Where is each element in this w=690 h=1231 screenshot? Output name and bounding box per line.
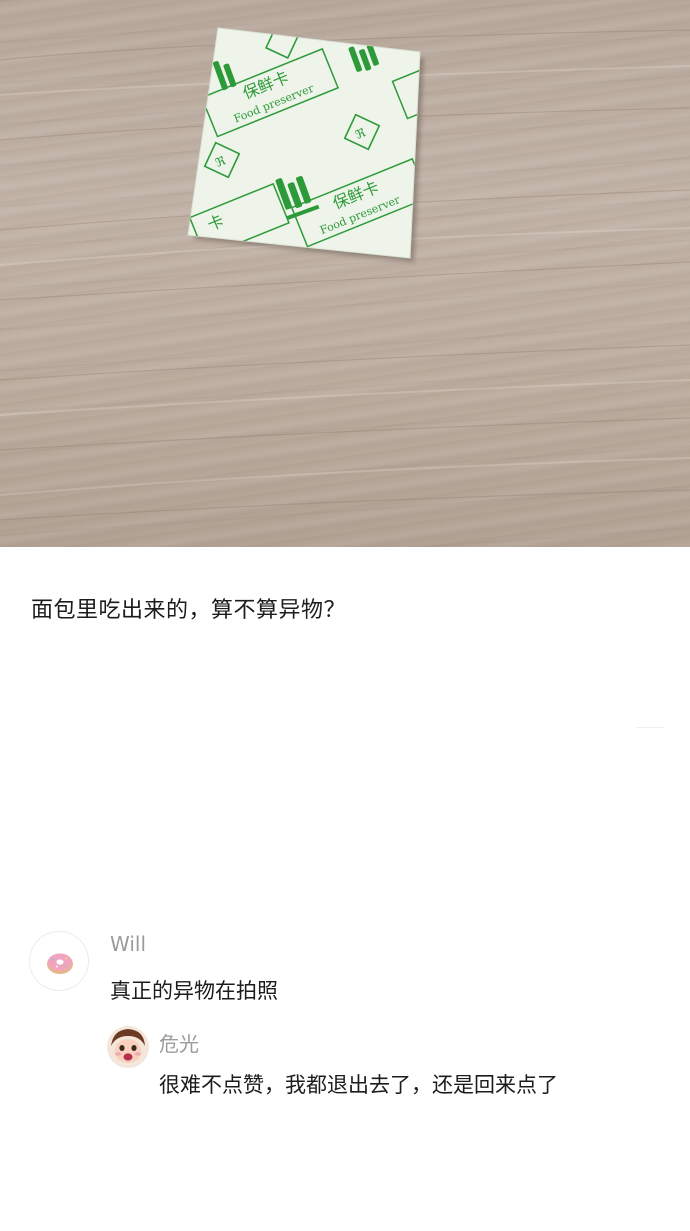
reply-avatar[interactable] bbox=[107, 1026, 149, 1068]
comment-author[interactable]: Will bbox=[110, 932, 146, 956]
comment-text: 真正的异物在拍照 bbox=[110, 979, 278, 1003]
post-photo[interactable]: 保鲜卡 Food preserver ℜ ℜ 保鲜卡 Food preserve… bbox=[0, 0, 690, 547]
cartoon-face-icon bbox=[107, 1026, 149, 1068]
post-text: 面包里吃出来的，算不算异物？ bbox=[31, 598, 347, 623]
reply-text: 很难不点赞，我都退出去了，还是回来点了 bbox=[159, 1073, 558, 1097]
food-preserver-card-image: 保鲜卡 Food preserver ℜ ℜ 保鲜卡 Food preserve… bbox=[0, 27, 690, 521]
divider bbox=[636, 727, 664, 728]
avatar[interactable] bbox=[29, 931, 89, 991]
reply-author[interactable]: 危光 bbox=[159, 1028, 199, 1057]
donut-icon bbox=[47, 953, 73, 974]
